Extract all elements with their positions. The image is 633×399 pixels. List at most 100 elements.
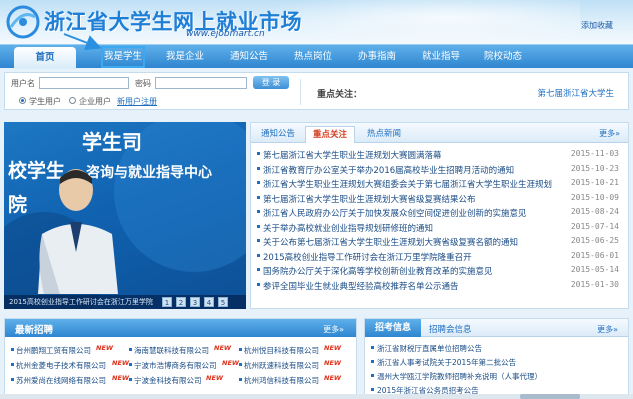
banner-page-3[interactable]: 3 xyxy=(190,297,200,307)
job-item[interactable]: 杭州金菱电子技术有限公司 NEW xyxy=(11,358,130,371)
info-more-link[interactable]: 更多» xyxy=(597,324,618,335)
exam-info-title[interactable]: 温州大学瓯江学院教师招聘补充说明（人事代理） xyxy=(377,371,617,382)
radio-company[interactable] xyxy=(69,97,76,104)
job-item[interactable]: 杭州跃速科技有限公司 NEW xyxy=(239,358,354,371)
nav-career-guidance[interactable]: 就业指导 xyxy=(414,45,468,69)
new-badge: NEW xyxy=(112,359,130,367)
divider xyxy=(300,79,301,105)
news-item[interactable]: 第七届浙江省大学生职业生涯规划大赛省级复赛结果公布 2015-10-09 xyxy=(257,191,623,205)
job-item[interactable]: 海南慧联科技有限公司 NEW xyxy=(129,343,244,356)
news-title[interactable]: 关于公布第七届浙江省大学生职业生涯规划大赛省级复赛名额的通知 xyxy=(263,236,563,248)
job-item[interactable]: 宁波市浩博商务有限公司 NEW xyxy=(129,358,244,371)
news-date: 2015-10-21 xyxy=(570,178,619,187)
tab-job-fair[interactable]: 招聘会信息 xyxy=(429,323,472,335)
new-badge: NEW xyxy=(222,359,240,367)
bullet-icon xyxy=(371,374,374,377)
tab-notices[interactable]: 通知公告 xyxy=(255,126,301,143)
add-favorite-link[interactable]: 添加收藏 xyxy=(581,20,613,31)
bullet-icon xyxy=(129,348,132,351)
news-date: 2015-01-30 xyxy=(570,279,619,289)
news-title[interactable]: 关于举办高校就业创业指导规划研修班的通知 xyxy=(263,222,563,234)
job-item[interactable]: 台州鹏翔工贸有限公司 NEW xyxy=(11,343,126,356)
banner-page-4[interactable]: 4 xyxy=(204,297,214,307)
job-item[interactable]: 杭州鸿信科技有限公司 NEW xyxy=(239,373,354,386)
password-input[interactable] xyxy=(155,77,247,89)
nav-hot-jobs[interactable]: 热点岗位 xyxy=(286,45,340,69)
exam-info-item[interactable]: 浙江省人事考试院关于2015年第二批公告 xyxy=(371,355,621,368)
news-title[interactable]: 2015高校创业指导工作研讨会在浙江万里学院隆重召开 xyxy=(263,251,563,263)
radio-student[interactable] xyxy=(19,97,26,104)
site-header: 浙江省大学生网上就业市场 www.ejobmart.cn 添加收藏 xyxy=(0,0,633,44)
horizontal-scrollbar[interactable] xyxy=(0,394,633,399)
recruit-more-link[interactable]: 更多» xyxy=(323,324,344,335)
company-name[interactable]: 宁波市浩博商务有限公司 xyxy=(134,360,217,371)
company-name[interactable]: 苏州爱尚在线网络有限公司 xyxy=(16,375,106,386)
company-name[interactable]: 杭州悦目科技有限公司 xyxy=(244,345,319,356)
news-title[interactable]: 浙江省人民政府办公厅关于加快发展众创空间促进创业创新的实施意见 xyxy=(263,207,563,219)
company-name[interactable]: 杭州跃速科技有限公司 xyxy=(244,360,319,371)
nav-company[interactable]: 我是企业 xyxy=(158,45,212,69)
tab-hot-news[interactable]: 热点新闻 xyxy=(359,126,409,143)
focus-marquee[interactable]: 第七届浙江省大学生 xyxy=(537,87,614,99)
news-item[interactable]: 关于举办高校就业创业指导规划研修班的通知 2015-07-14 xyxy=(257,220,623,234)
news-title[interactable]: 国务院办公厅关于深化高等学校创新创业教育改革的实施意见 xyxy=(263,265,563,277)
news-title[interactable]: 参评全国毕业生就业典型经验高校推荐名单公示通告 xyxy=(263,280,563,292)
banner-slideshow[interactable]: 学生司 校学生 咨询与就业指导中心 院 2015高校创业指导工作研讨会在浙江万里… xyxy=(4,122,246,309)
nav-home[interactable]: 首页 xyxy=(14,47,76,69)
company-name[interactable]: 杭州金菱电子技术有限公司 xyxy=(16,360,106,371)
company-name[interactable]: 台州鹏翔工贸有限公司 xyxy=(16,345,91,356)
news-item[interactable]: 第七届浙江省大学生职业生涯规划大赛圆满落幕 2015-11-03 xyxy=(257,147,623,161)
news-tabs: 通知公告 重点关注 热点新闻 更多» xyxy=(251,123,628,143)
exam-info-title[interactable]: 浙江省人事考试院关于2015年第二批公告 xyxy=(377,357,617,368)
bullet-icon xyxy=(11,378,14,381)
company-name[interactable]: 杭州鸿信科技有限公司 xyxy=(244,375,319,386)
recruit-title: 最新招聘 xyxy=(15,325,54,336)
banner-page-1[interactable]: 1 xyxy=(162,297,172,307)
password-label: 密码 xyxy=(135,79,151,88)
news-item[interactable]: 浙江省大学生职业生涯规划大赛组委会关于第七届浙江省大学生职业生涯规划 2015-1… xyxy=(257,176,623,190)
scrollbar-thumb[interactable] xyxy=(520,394,580,399)
nav-school-news[interactable]: 院校动态 xyxy=(476,45,530,69)
tab-exam-info[interactable]: 招考信息 xyxy=(365,319,421,337)
news-item[interactable]: 国务院办公厅关于深化高等学校创新创业教育改革的实施意见 2015-05-14 xyxy=(257,263,623,277)
news-title[interactable]: 浙江省教育厅办公室关于举办2016届高校毕业生招聘月活动的通知 xyxy=(263,164,563,176)
exam-info-item[interactable]: 浙江省财税厅直属单位招聘公告 xyxy=(371,341,621,354)
radio-student-label: 学生用户 xyxy=(29,97,61,106)
news-item[interactable]: 浙江省人民政府办公厅关于加快发展众创空间促进创业创新的实施意见 2015-08-2… xyxy=(257,205,623,219)
exam-info-item[interactable]: 温州大学瓯江学院教师招聘补充说明（人事代理） xyxy=(371,369,621,382)
news-title[interactable]: 第七届浙江省大学生职业生涯规划大赛圆满落幕 xyxy=(263,149,563,161)
login-button[interactable]: 登 录 xyxy=(253,76,289,89)
news-date: 2015-06-01 xyxy=(570,250,619,260)
news-item[interactable]: 关于公布第七届浙江省大学生职业生涯规划大赛省级复赛名额的通知 2015-06-25 xyxy=(257,234,623,248)
banner-page-5[interactable]: 5 xyxy=(218,297,228,307)
job-item[interactable]: 苏州爱尚在线网络有限公司 NEW xyxy=(11,373,129,386)
radio-company-label: 企业用户 xyxy=(79,97,111,106)
exam-info-title[interactable]: 浙江省财税厅直属单位招聘公告 xyxy=(377,343,617,354)
bullet-icon xyxy=(257,224,260,228)
logo-icon xyxy=(6,5,40,39)
news-item[interactable]: 参评全国毕业生就业典型经验高校推荐名单公示通告 2015-01-30 xyxy=(257,278,623,292)
news-more-link[interactable]: 更多» xyxy=(599,128,620,139)
company-name[interactable]: 宁波金科技有限公司 xyxy=(134,375,202,386)
news-date: 2015-10-23 xyxy=(570,163,619,173)
bullet-icon xyxy=(129,378,132,381)
nav-student[interactable]: 我是学生 xyxy=(100,45,146,69)
exam-info-panel: 招考信息 招聘会信息 更多» 浙江省财税厅直属单位招聘公告 浙江省人事考试院关于2… xyxy=(364,318,629,399)
bullet-icon xyxy=(239,378,242,381)
bullet-icon xyxy=(371,346,374,349)
company-name[interactable]: 海南慧联科技有限公司 xyxy=(134,345,209,356)
nav-notices[interactable]: 通知公告 xyxy=(222,45,276,69)
nav-guide[interactable]: 办事指南 xyxy=(350,45,404,69)
job-item[interactable]: 宁波金科技有限公司 NEW xyxy=(129,373,244,386)
banner-page-2[interactable]: 2 xyxy=(176,297,186,307)
tab-focus[interactable]: 重点关注 xyxy=(305,126,355,143)
new-badge: NEW xyxy=(96,344,114,352)
news-item[interactable]: 浙江省教育厅办公室关于举办2016届高校毕业生招聘月活动的通知 2015-10-2… xyxy=(257,162,623,176)
news-item[interactable]: 2015高校创业指导工作研讨会在浙江万里学院隆重召开 2015-06-01 xyxy=(257,249,623,263)
news-title[interactable]: 浙江省大学生职业生涯规划大赛组委会关于第七届浙江省大学生职业生涯规划 xyxy=(263,178,563,190)
username-input[interactable] xyxy=(39,77,129,89)
register-link[interactable]: 新用户注册 xyxy=(117,96,157,107)
job-item[interactable]: 杭州悦目科技有限公司 NEW xyxy=(239,343,354,356)
banner-line-4: 院 xyxy=(8,194,28,216)
news-title[interactable]: 第七届浙江省大学生职业生涯规划大赛省级复赛结果公布 xyxy=(263,193,563,205)
